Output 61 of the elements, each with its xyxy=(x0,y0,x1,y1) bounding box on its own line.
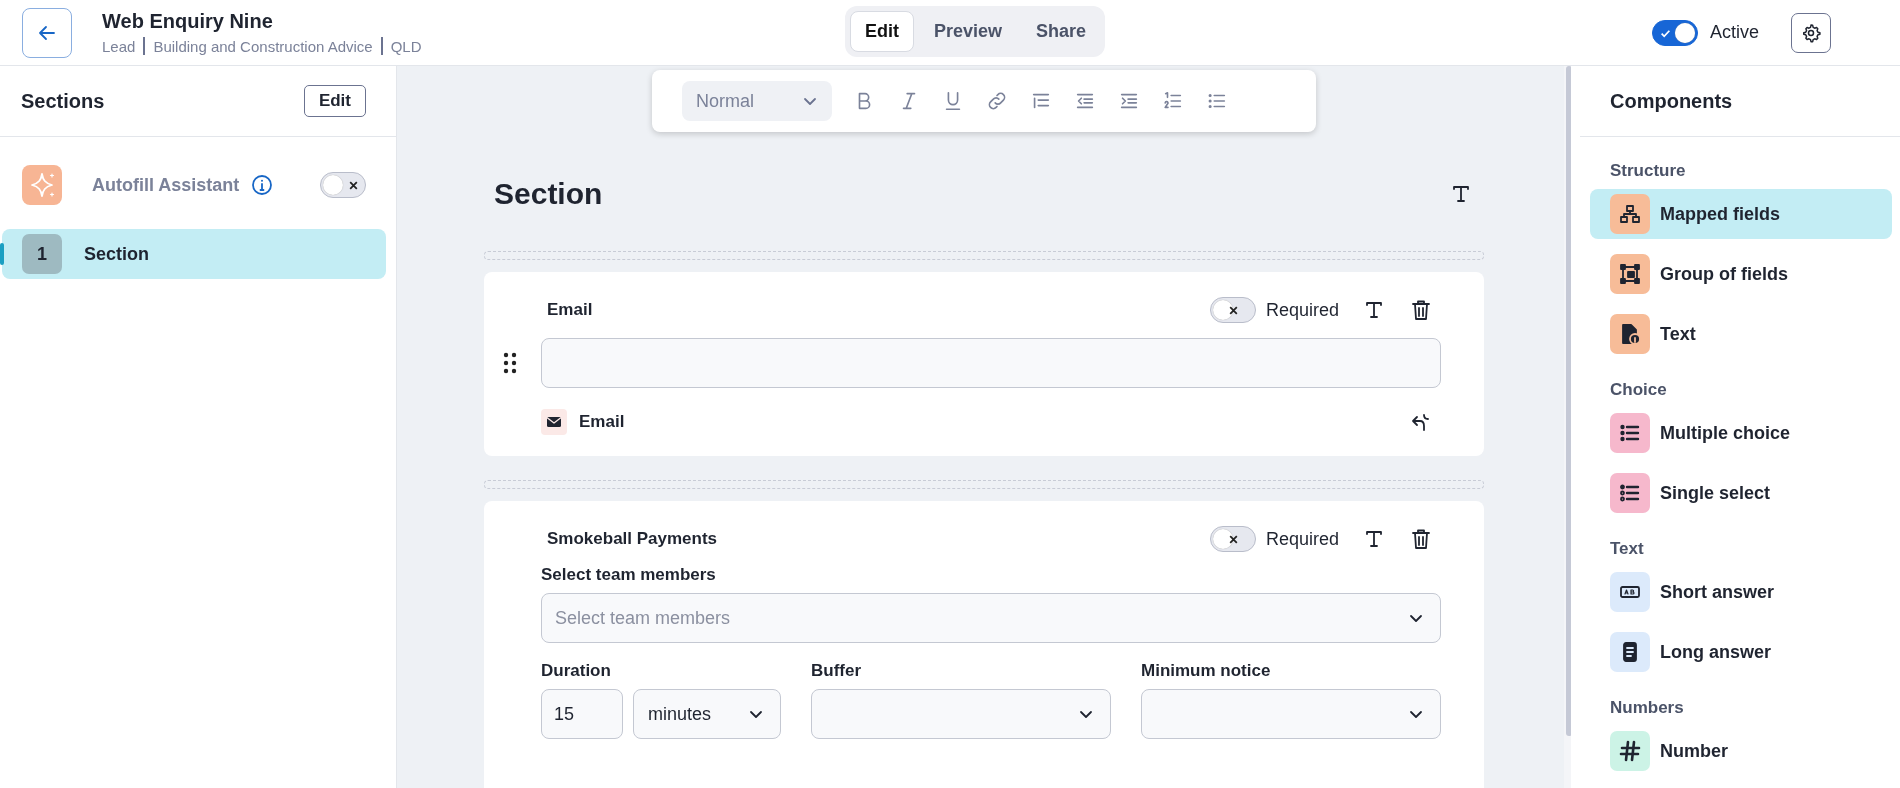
breadcrumb-text: Lead xyxy=(102,37,136,55)
component-item[interactable]: Text xyxy=(1590,309,1892,359)
link-icon[interactable] xyxy=(986,90,1008,112)
group-heading: Text xyxy=(1609,539,1645,559)
section-heading: Section xyxy=(494,176,603,211)
component-item[interactable]: Multiple choice xyxy=(1590,408,1892,458)
autofill-toggle[interactable] xyxy=(320,172,366,198)
duration-field[interactable]: 15 xyxy=(541,689,623,739)
field-label: Duration xyxy=(541,661,612,681)
toggle-label: Active xyxy=(1709,22,1759,43)
breadcrumb-text: QLD xyxy=(390,37,422,55)
group-heading: Structure xyxy=(1609,161,1687,181)
tab[interactable]: Preview xyxy=(920,11,1017,52)
check-icon xyxy=(1659,27,1671,39)
component-item[interactable]: Single select xyxy=(1590,468,1892,518)
text-format-icon[interactable] xyxy=(1363,299,1385,321)
drag-handle-icon[interactable] xyxy=(503,352,517,374)
input-field[interactable] xyxy=(541,338,1441,388)
toggle-label: Required xyxy=(1265,299,1339,321)
autofill-label: Autofill Assistant xyxy=(92,174,240,196)
panel-title: Components xyxy=(1580,66,1900,137)
tab[interactable]: Share xyxy=(1022,11,1101,52)
field-label: Smokeball Payments xyxy=(547,529,718,549)
back-button[interactable] xyxy=(22,7,72,58)
component-item[interactable]: Long answer xyxy=(1590,627,1892,677)
section-item[interactable]: 1 Section xyxy=(2,229,386,279)
text-format-icon[interactable] xyxy=(1363,528,1385,550)
close-icon xyxy=(348,180,359,191)
field-label: Select team members xyxy=(541,565,717,585)
required-toggle[interactable] xyxy=(1209,297,1256,323)
tab[interactable]: Edit xyxy=(850,11,914,52)
section-number: 1 xyxy=(22,234,62,274)
close-icon xyxy=(1227,534,1239,545)
unit-select[interactable]: minutes xyxy=(633,689,781,739)
component-item[interactable]: Mapped fields xyxy=(1590,189,1892,239)
field-label: Minimum notice xyxy=(1141,661,1272,681)
field-label: Email xyxy=(547,300,593,320)
close-icon xyxy=(1227,305,1239,316)
group-heading: Choice xyxy=(1609,380,1668,400)
sparkle-icon xyxy=(22,165,62,205)
info-icon[interactable] xyxy=(251,174,274,196)
breadcrumb-text: Building and Construction Advice xyxy=(153,37,373,55)
branch-arrow-icon[interactable] xyxy=(1409,411,1431,433)
toggle-label: Required xyxy=(1265,528,1339,550)
component-item[interactable]: Number xyxy=(1590,726,1892,776)
edit-button[interactable]: Edit xyxy=(303,85,366,117)
envelope-icon xyxy=(541,409,567,435)
component-item[interactable]: Short answer xyxy=(1590,567,1892,617)
settings-icon xyxy=(1801,22,1821,43)
trash-icon[interactable] xyxy=(1411,299,1431,321)
mapping-label: Email xyxy=(579,412,625,432)
form-title: Web Enquiry Nine xyxy=(102,10,274,33)
trash-icon[interactable] xyxy=(1411,528,1431,550)
field-label: Buffer xyxy=(811,661,863,681)
settings-button[interactable] xyxy=(1791,12,1831,53)
section-label: Section xyxy=(84,243,149,265)
required-toggle[interactable] xyxy=(1209,526,1256,552)
component-item[interactable]: Group of fields xyxy=(1590,249,1892,299)
panel-title: Sections xyxy=(21,89,105,113)
active-toggle[interactable] xyxy=(1651,19,1698,46)
group-heading: Numbers xyxy=(1609,698,1685,718)
